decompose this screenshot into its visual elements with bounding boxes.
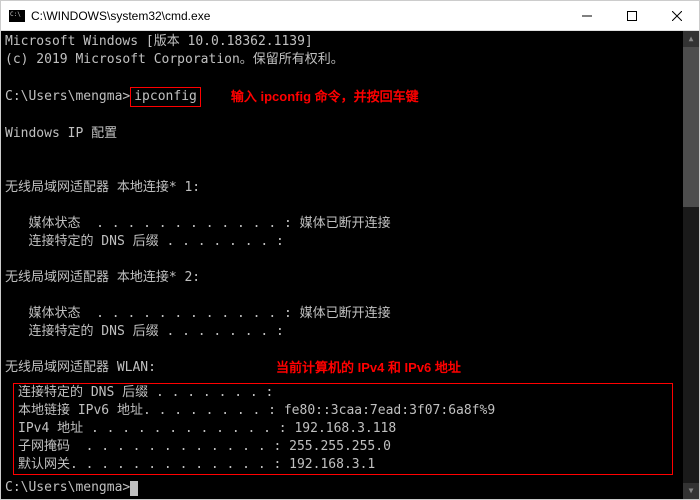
wlan-mask: 子网掩码 . . . . . . . . . . . . : 255.255.2… [18,438,668,456]
annotation-ip: 当前计算机的 IPv4 和 IPv6 地址 [276,359,461,377]
adapter1-title: 无线局域网适配器 本地连接* 1: [5,179,695,197]
ipv4-address: 192.168.3.118 [294,420,396,438]
scroll-up-button[interactable]: ▲ [683,31,699,47]
adapter2-title: 无线局域网适配器 本地连接* 2: [5,269,695,287]
subnet-mask: 255.255.255.0 [289,438,391,456]
copyright-line: (c) 2019 Microsoft Corporation。保留所有权利。 [5,51,695,69]
window-title: C:\WINDOWS\system32\cmd.exe [31,9,564,23]
scrollbar-thumb[interactable] [683,47,699,207]
cmd-icon [9,10,25,22]
adapter1-media: 媒体状态 . . . . . . . . . . . . : 媒体已断开连接 [5,215,695,233]
scroll-down-button[interactable]: ▼ [683,483,699,499]
blank-line [5,251,695,269]
terminal-body[interactable]: Microsoft Windows [版本 10.0.18362.1139] (… [1,31,699,499]
cmd-window: C:\WINDOWS\system32\cmd.exe Microsoft Wi… [0,0,700,500]
blank-line [5,107,695,125]
close-button[interactable] [654,1,699,30]
command-highlight-box: ipconfig [130,87,201,107]
close-icon [672,11,682,21]
command-text: ipconfig [134,89,197,104]
adapter1-dns: 连接特定的 DNS 后缀 . . . . . . . : [5,233,695,251]
ip-info-highlight-box: 连接特定的 DNS 后缀 . . . . . . . : 本地链接 IPv6 地… [13,383,673,475]
prompt-path: C:\Users\mengma> [5,479,130,497]
blank-line [5,161,695,179]
titlebar[interactable]: C:\WINDOWS\system32\cmd.exe [1,1,699,31]
adapter2-media: 媒体状态 . . . . . . . . . . . . : 媒体已断开连接 [5,305,695,323]
version-line: Microsoft Windows [版本 10.0.18362.1139] [5,33,695,51]
blank-line [5,69,695,87]
wlan-gateway: 默认网关. . . . . . . . . . . . . : 192.168.… [18,456,668,474]
prompt-line-1: C:\Users\mengma> ipconfig 输入 ipconfig 命令，… [5,87,695,107]
wlan-ipv6: 本地链接 IPv6 地址. . . . . . . . : fe80::3caa… [18,402,668,420]
minimize-button[interactable] [564,1,609,30]
maximize-icon [627,11,637,21]
prompt-line-2: C:\Users\mengma> [5,479,695,497]
blank-line [5,143,695,161]
minimize-icon [582,11,592,21]
blank-line [5,197,695,215]
adapter2-dns: 连接特定的 DNS 后缀 . . . . . . . : [5,323,695,341]
window-controls [564,1,699,30]
default-gateway: 192.168.3.1 [289,456,375,474]
cursor-icon [130,481,138,496]
blank-line [5,287,695,305]
annotation-command: 输入 ipconfig 命令，并按回车键 [231,88,419,106]
prompt-path: C:\Users\mengma> [5,88,130,106]
adapter3-title: 无线局域网适配器 WLAN: [5,359,156,377]
wlan-ipv4: IPv4 地址 . . . . . . . . . . . . : 192.16… [18,420,668,438]
wlan-dns: 连接特定的 DNS 后缀 . . . . . . . : [18,384,668,402]
ipv6-address: fe80::3caa:7ead:3f07:6a8f%9 [284,402,495,420]
ipconfig-title: Windows IP 配置 [5,125,695,143]
blank-line [5,341,695,359]
maximize-button[interactable] [609,1,654,30]
adapter3-header-row: 无线局域网适配器 WLAN: 当前计算机的 IPv4 和 IPv6 地址 [5,359,695,377]
scrollbar[interactable]: ▲ ▼ [683,31,699,499]
